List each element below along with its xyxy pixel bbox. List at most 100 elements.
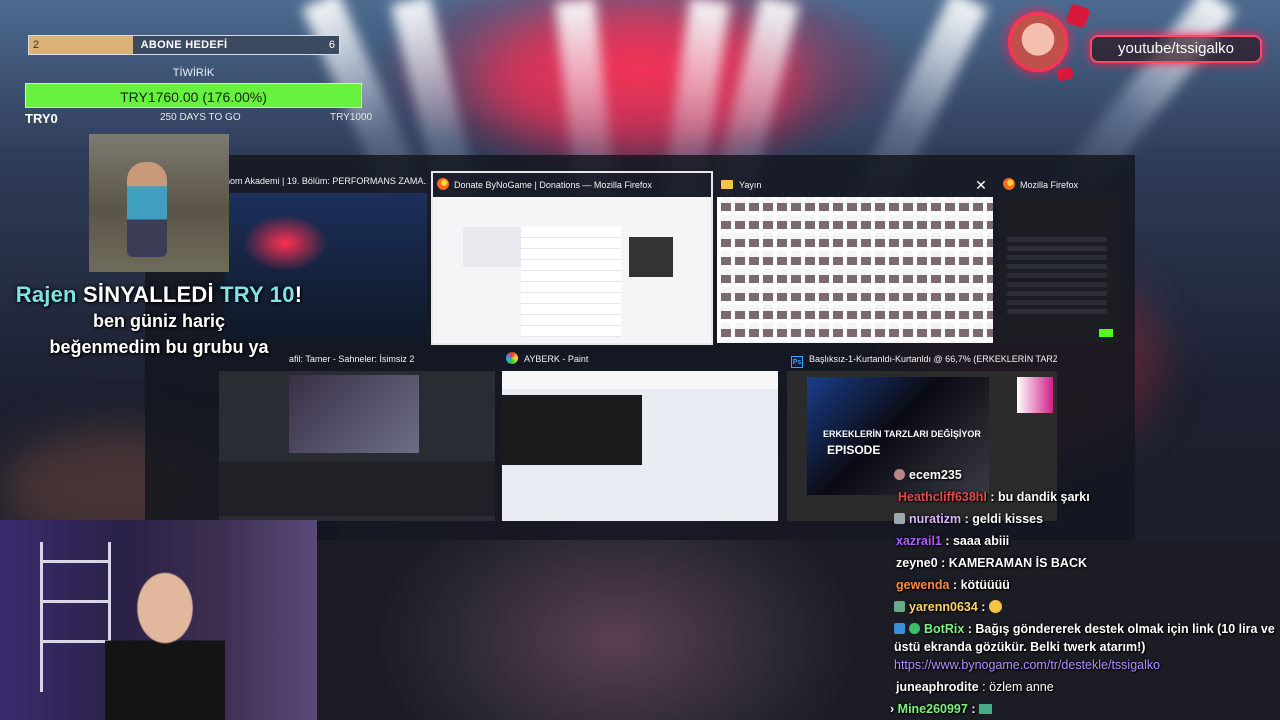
thumb-chat-lines <box>1007 237 1107 317</box>
thumb-list <box>521 227 621 337</box>
chat-text: : saaa abiii <box>941 534 1010 548</box>
window-thumbnail <box>717 197 993 343</box>
shelf <box>40 542 43 692</box>
chat-text: : kötüüüü <box>949 578 1010 592</box>
tip-goal-amount: TRY1760.00 (176.00%) <box>120 89 267 105</box>
chat-text: : geldi kisses <box>961 512 1044 526</box>
thumb-artboard-title: ERKEKLERİN TARZLARI DEĞİŞİYOR <box>823 429 981 439</box>
goal-title: ABONE HEDEFİ <box>140 39 228 51</box>
window-thumbnail <box>433 197 711 343</box>
bot-badge-icon <box>894 623 905 634</box>
chat-username: ecem235 <box>909 468 962 482</box>
badge-icon <box>894 513 905 524</box>
folder-icon <box>721 180 733 189</box>
window-titlebar: Ps Başlıksız-1-Kurtanldı-Kurtanldı @ 66,7… <box>787 347 1057 371</box>
tip-goal-days: 250 DAYS TO GO <box>160 112 241 123</box>
chat-text: : Bağış göndererek destek olmak için lin… <box>964 622 1275 636</box>
tip-goal-target: TRY1000 <box>330 112 373 123</box>
streamer <box>105 568 225 720</box>
emoji-icon <box>978 704 992 714</box>
window-titlebar: AYBERK - Paint <box>502 347 778 371</box>
chat-message: gewenda : kötüüüü <box>896 578 1010 592</box>
chat-username: nuratizm <box>909 512 962 526</box>
paint-icon <box>506 352 518 364</box>
alert-suffix: ! <box>294 282 303 307</box>
chat-message: BotRix : Bağış göndererek destek olmak i… <box>894 622 1275 636</box>
verified-badge-icon <box>909 623 920 634</box>
alert-message-line2: beğenmedim bu grubu ya <box>49 337 269 357</box>
channel-avatar <box>1008 12 1068 72</box>
chat-text: : bu dandik şarkı <box>986 490 1090 504</box>
window-title: Başlıksız-1-Kurtanldı-Kurtanldı @ 66,7% … <box>809 354 1057 364</box>
thumb-color-picker <box>1017 377 1053 413</box>
window-title: Yayın <box>739 180 762 190</box>
tip-goal-bar: TRY1760.00 (176.00%) <box>25 83 362 108</box>
shelf <box>40 640 110 643</box>
thumb-panel <box>463 227 523 267</box>
thumb-artboard-episode: EPISODE <box>827 443 881 457</box>
goal-max: 6 <box>328 39 335 51</box>
meme-person <box>127 162 167 257</box>
chat-username: zeyne0 <box>896 556 938 570</box>
shelf <box>40 600 110 603</box>
chat-message: Heathcliff638hl : bu dandik şarkı <box>898 490 1090 504</box>
chat-text: : <box>967 702 976 716</box>
window-obs[interactable]: afil: Tamer - Sahneler: İsimsiz 2 <box>219 347 495 521</box>
chat-text: : <box>977 600 986 614</box>
window-title: nom Akademi | 19. Bölüm: PERFORMANS ZAMA… <box>225 176 427 186</box>
chat-username: Heathcliff638hl <box>898 490 987 504</box>
thumb-toolbar <box>502 371 778 389</box>
donation-alert: Rajen SİNYALLEDİ TRY 10! ben güniz hariç… <box>0 282 318 360</box>
chat-link[interactable]: https://www.bynogame.com/tr/destekle/tss… <box>894 658 1160 672</box>
thumb-send <box>1099 329 1113 337</box>
window-paint[interactable]: AYBERK - Paint <box>502 347 778 521</box>
chat-message: yarenn0634 : <box>894 600 1002 614</box>
chat-message: juneaphrodite : özlem anne <box>896 680 1054 694</box>
chat-message: xazrail1 : saaa abiii <box>896 534 1009 548</box>
donation-meme-image <box>89 134 229 272</box>
donation-link[interactable]: https://www.bynogame.com/tr/destekle/tss… <box>894 658 1160 672</box>
chat-username: juneaphrodite <box>896 680 979 694</box>
alert-action: SİNYALLEDİ <box>83 282 214 307</box>
chevron-icon: › <box>890 702 895 716</box>
window-title: AYBERK - Paint <box>524 354 589 364</box>
window-thumbnail <box>999 197 1119 343</box>
chat-message: › Mine260997 : <box>890 702 992 716</box>
window-firefox-chat[interactable]: Mozilla Firefox <box>999 173 1119 343</box>
tip-goal-title: TİWİRİK <box>172 67 215 79</box>
webcam-feed <box>0 520 317 720</box>
shelf <box>40 560 110 563</box>
subscriber-goal-bar: 2 ABONE HEDEFİ 6 <box>28 35 340 55</box>
chat-text: üstü ekranda gözükür. Belki twerk atarım… <box>894 640 1146 654</box>
chat-username: gewenda <box>896 578 950 592</box>
window-titlebar: Yayın <box>717 173 993 197</box>
close-window-button[interactable]: ✕ <box>971 173 991 197</box>
alert-donor: Rajen <box>15 282 77 307</box>
window-titlebar: Mozilla Firefox <box>999 173 1119 197</box>
chat-username: BotRix <box>924 622 965 636</box>
alert-message-line1: ben güniz hariç <box>92 311 225 331</box>
thumb-preview <box>289 375 419 453</box>
window-yayin-explorer[interactable]: Yayın ✕ <box>717 173 993 343</box>
thumb-docks <box>219 461 495 516</box>
firefox-icon <box>437 178 449 190</box>
chat-message: ecem235 <box>894 468 962 482</box>
window-titlebar: Donate ByNoGame | Donations — Mozilla Fi… <box>433 173 711 197</box>
window-thumbnail <box>219 371 495 521</box>
firefox-icon <box>1003 178 1015 190</box>
chat-message-continued: üstü ekranda gözükür. Belki twerk atarım… <box>894 640 1145 654</box>
alert-amount: TRY 10 <box>220 282 295 307</box>
chat-text: : özlem anne <box>978 680 1054 694</box>
window-thumbnail <box>502 371 778 521</box>
chat-username: yarenn0634 <box>909 600 978 614</box>
chat-message: zeyne0 : KAMERAMAN İS BACK <box>896 556 1087 570</box>
emoji-icon <box>988 600 1002 613</box>
tip-goal-start: TRY0 <box>25 111 58 126</box>
chat-text: : KAMERAMAN İS BACK <box>937 556 1088 570</box>
badge-icon <box>894 601 905 612</box>
user-avatar-icon <box>894 469 905 480</box>
thumb-buttons <box>629 237 673 277</box>
chat-message: nuratizm : geldi kisses <box>894 512 1043 526</box>
youtube-handle: youtube/tssigalko <box>1090 35 1262 63</box>
window-donate-firefox[interactable]: Donate ByNoGame | Donations — Mozilla Fi… <box>431 171 713 345</box>
